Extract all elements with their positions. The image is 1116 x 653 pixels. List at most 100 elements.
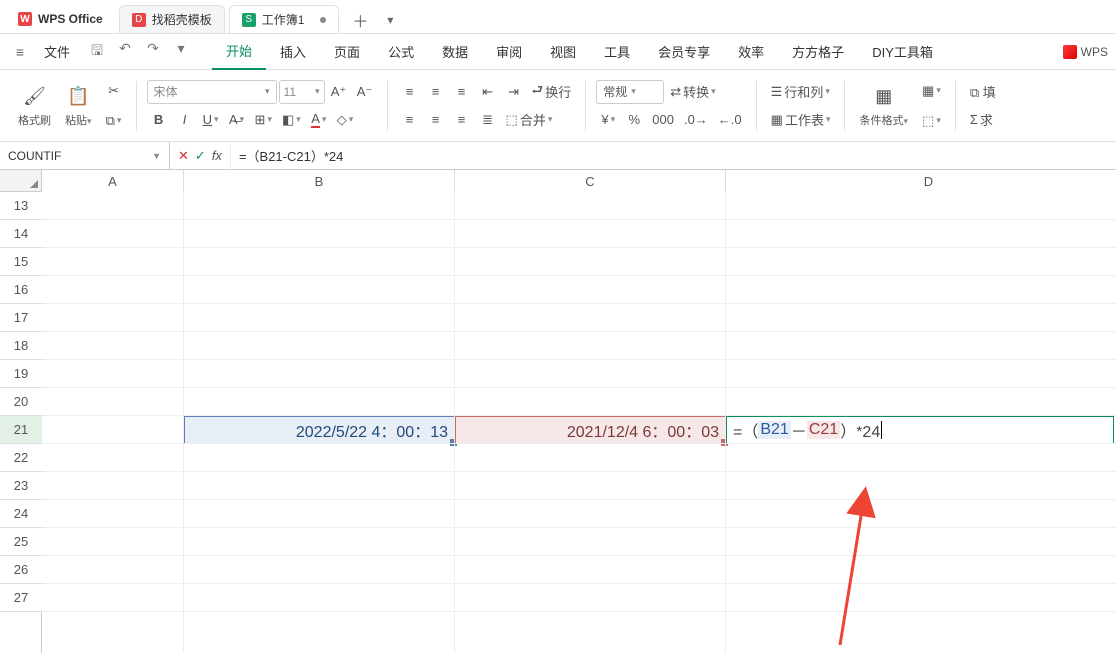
paste-button[interactable]: 📋粘贴▾ — [61, 84, 96, 128]
workbook-tab[interactable]: S 工作簿1 — [229, 5, 340, 33]
row-header-17[interactable]: 17 — [0, 304, 42, 332]
formula-input[interactable]: =（B21-C21）*24 — [231, 142, 1116, 169]
tab-page[interactable]: 页面 — [320, 34, 374, 70]
new-tab-button[interactable]: ＋ — [347, 7, 373, 33]
col-header-a[interactable]: A — [42, 170, 184, 192]
dec-dec-button[interactable]: ←.0 — [714, 108, 746, 132]
file-menu[interactable]: 文件 — [34, 34, 80, 70]
name-box-value: COUNTIF — [8, 149, 61, 163]
row-header-16[interactable]: 16 — [0, 276, 42, 304]
row-header-13[interactable]: 13 — [0, 192, 42, 220]
increase-font-button[interactable]: A⁺ — [327, 80, 351, 104]
redo-icon[interactable]: ↷ — [144, 40, 162, 64]
align-middle-button[interactable]: ≡ — [424, 80, 448, 104]
row-header-14[interactable]: 14 — [0, 220, 42, 248]
number-format-combo[interactable]: 常规▾ — [596, 80, 664, 104]
row-header-22[interactable]: 22 — [0, 444, 42, 472]
decrease-font-button[interactable]: A⁻ — [353, 80, 377, 104]
dirty-indicator-icon — [320, 17, 326, 23]
indent-dec-button[interactable]: ⇤ — [476, 80, 500, 104]
col-header-c[interactable]: C — [455, 170, 726, 192]
percent-button[interactable]: % — [622, 108, 646, 132]
quick-access: 🖫 ↶ ↷ ▾ — [88, 40, 190, 64]
tab-start[interactable]: 开始 — [212, 34, 266, 70]
dec-inc-button[interactable]: .0→ — [680, 108, 712, 132]
font-name-combo[interactable]: 宋体▾ — [147, 80, 277, 104]
row-header-24[interactable]: 24 — [0, 500, 42, 528]
row-header-18[interactable]: 18 — [0, 332, 42, 360]
sum-button[interactable]: Σ 求 — [966, 108, 997, 132]
row-headers: 131415161718192021222324252627 — [0, 170, 42, 653]
tab-review[interactable]: 审阅 — [482, 34, 536, 70]
underline-button[interactable]: U▾ — [199, 108, 223, 132]
tab-data[interactable]: 数据 — [428, 34, 482, 70]
indent-inc-button[interactable]: ⇥ — [502, 80, 526, 104]
tab-tools[interactable]: 工具 — [590, 34, 644, 70]
convert-button[interactable]: ⇄ 转换▾ — [666, 80, 719, 104]
tab-view[interactable]: 视图 — [536, 34, 590, 70]
justify-button[interactable]: ≣ — [476, 108, 500, 132]
copy-button[interactable]: ⧉▾ — [102, 109, 126, 133]
row-header-23[interactable]: 23 — [0, 472, 42, 500]
tab-diy[interactable]: DIY工具箱 — [858, 34, 947, 70]
group-button[interactable]: ⧉ 填 — [966, 80, 1000, 104]
align-bottom-button[interactable]: ≡ — [450, 80, 474, 104]
tab-efficiency[interactable]: 效率 — [724, 34, 778, 70]
cell-c21[interactable]: 2021/12/4 6：00：03 — [455, 416, 726, 444]
tab-menu-button[interactable]: ▾ — [377, 7, 403, 33]
wps-logo-icon: W — [18, 12, 32, 26]
col-header-d[interactable]: D — [726, 170, 1116, 192]
wps-ai[interactable]: WPS — [1063, 45, 1108, 59]
cancel-formula-button[interactable]: ✕ — [178, 148, 189, 164]
tab-ffgz[interactable]: 方方格子 — [778, 34, 858, 70]
rows-cols-button[interactable]: ☰ 行和列▾ — [767, 80, 834, 104]
accept-formula-button[interactable]: ✓ — [195, 148, 206, 164]
fx-button[interactable]: fx — [212, 148, 222, 163]
tab-formula[interactable]: 公式 — [374, 34, 428, 70]
hamburger-icon[interactable]: ≡ — [8, 44, 32, 60]
font-size-combo[interactable]: 11▾ — [279, 80, 325, 104]
strike-button[interactable]: A̶▾ — [225, 108, 249, 132]
cond-format-button[interactable]: ▦条件格式▾ — [855, 84, 912, 128]
row-header-15[interactable]: 15 — [0, 248, 42, 276]
undo-icon[interactable]: ↶ — [116, 40, 134, 64]
align-center-button[interactable]: ≡ — [424, 108, 448, 132]
row-header-20[interactable]: 20 — [0, 388, 42, 416]
fill-color-button[interactable]: ◧▾ — [278, 108, 305, 132]
cell-b21[interactable]: 2022/5/22 4：00：13 — [184, 416, 455, 444]
row-header-19[interactable]: 19 — [0, 360, 42, 388]
clear-format-button[interactable]: ◇▾ — [333, 108, 358, 132]
row-header-26[interactable]: 26 — [0, 556, 42, 584]
name-box[interactable]: COUNTIF ▼ — [0, 142, 170, 169]
save-icon[interactable]: 🖫 — [88, 40, 106, 64]
align-left-button[interactable]: ≡ — [398, 108, 422, 132]
qat-more-icon[interactable]: ▾ — [172, 40, 190, 64]
cut-button[interactable]: ✂ — [102, 79, 126, 103]
font-color-button[interactable]: A▾ — [307, 108, 331, 132]
cell-style-button[interactable]: ▦▾ — [918, 79, 945, 103]
template-tab[interactable]: D 找稻壳模板 — [119, 5, 225, 33]
format-painter-button[interactable]: 🖌格式刷 — [14, 84, 55, 128]
row-header-21[interactable]: 21 — [0, 416, 42, 444]
col-header-b[interactable]: B — [184, 170, 455, 192]
merge-button[interactable]: ⬚ 合并▾ — [502, 108, 557, 132]
currency-button[interactable]: ¥▾ — [596, 108, 620, 132]
spreadsheet-grid[interactable]: ABCD 131415161718192021222324252627 2022… — [0, 170, 1116, 653]
row-header-27[interactable]: 27 — [0, 584, 42, 612]
border-button[interactable]: ⊞▾ — [251, 108, 276, 132]
cell-area[interactable]: 2022/5/22 4：00：13 2021/12/4 6：00：03 =（B2… — [42, 192, 1116, 653]
wrap-button[interactable]: ⮐ 换行 — [528, 80, 576, 104]
tab-insert[interactable]: 插入 — [266, 34, 320, 70]
cell-d21[interactable]: =（B21－C21）*24 — [726, 416, 1114, 444]
thousands-button[interactable]: 000 — [648, 108, 678, 132]
tab-member[interactable]: 会员专享 — [644, 34, 724, 70]
italic-button[interactable]: I — [173, 108, 197, 132]
align-top-button[interactable]: ≡ — [398, 80, 422, 104]
worksheet-button[interactable]: ▦ 工作表▾ — [767, 108, 835, 132]
table-style-button[interactable]: ⬚▾ — [918, 109, 945, 133]
bold-button[interactable]: B — [147, 108, 171, 132]
column-headers: ABCD — [42, 170, 1116, 192]
align-right-button[interactable]: ≡ — [450, 108, 474, 132]
ribbon-tabs: 开始 插入 页面 公式 数据 审阅 视图 工具 会员专享 效率 方方格子 DIY… — [212, 34, 947, 70]
row-header-25[interactable]: 25 — [0, 528, 42, 556]
